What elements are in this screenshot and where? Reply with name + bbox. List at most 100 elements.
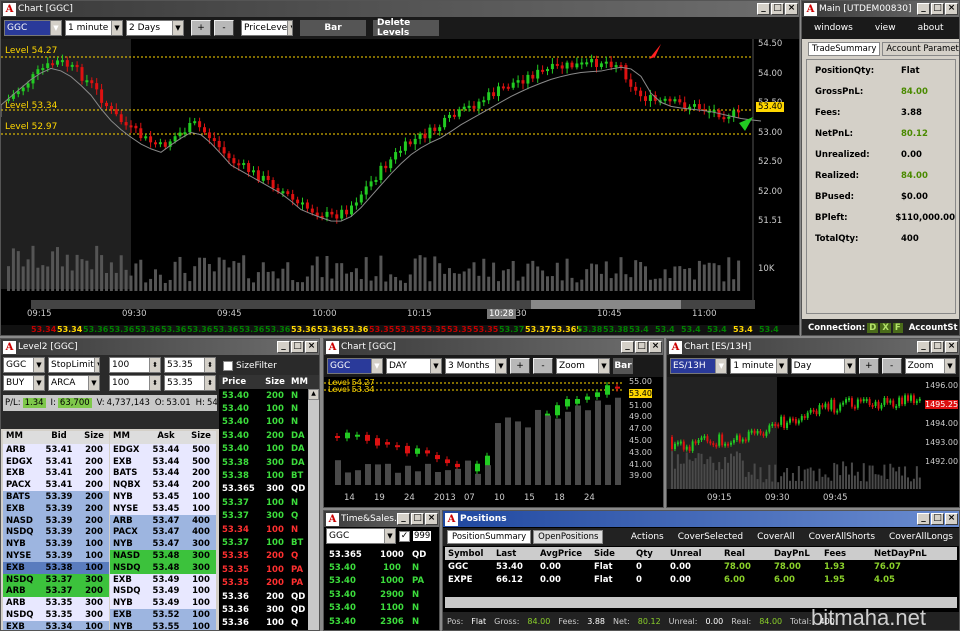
book-row[interactable]: NYB 53.47 300	[110, 538, 216, 551]
chevron-down-icon[interactable]: ▼	[715, 359, 727, 373]
col-header[interactable]: Side	[591, 549, 633, 559]
book-row[interactable]: NSDQ 53.49 100	[110, 585, 216, 598]
size-filter-checkbox[interactable]	[223, 361, 233, 371]
col-header[interactable]: Real	[721, 549, 771, 559]
bar-type-button[interactable]: Bar	[613, 358, 633, 374]
book-row[interactable]: EXB 53.38 100	[3, 561, 109, 574]
chevron-down-icon[interactable]: ▼	[775, 359, 787, 373]
interval-select[interactable]: DAY ▼	[386, 358, 442, 374]
maximize-icon[interactable]: □	[931, 513, 944, 525]
col-header[interactable]: NetDayPnL	[871, 549, 927, 559]
delete-levels-button[interactable]: Delete Levels	[373, 18, 439, 38]
cover-all-longs-button[interactable]: CoverAllLongs	[883, 532, 959, 542]
price-stepper-1[interactable]: 53.35 ⬍	[164, 357, 216, 373]
chevron-down-icon[interactable]: ▼	[843, 359, 855, 373]
maximize-icon[interactable]: □	[931, 3, 944, 15]
spin-icon[interactable]: ⬍	[204, 358, 215, 372]
zoom-select[interactable]: Zoom ▼	[556, 358, 610, 374]
symbol-select[interactable]: GGC ▼	[326, 528, 396, 544]
book-row[interactable]: NYB 53.45 100	[110, 491, 216, 503]
book-row[interactable]: ARB 53.35 300	[3, 597, 109, 610]
chevron-down-icon[interactable]: ▼	[33, 376, 44, 390]
interval-select[interactable]: 1 minute ▼	[65, 20, 123, 36]
book-row[interactable]: PACX 53.41 200	[3, 479, 109, 492]
title-bar[interactable]: A Chart [GGC] _ □ ×	[324, 339, 663, 355]
cover-selected-button[interactable]: CoverSelected	[672, 532, 749, 542]
tab-position-summary[interactable]: PositionSummary	[447, 530, 532, 544]
es-chart-svg[interactable]	[667, 377, 960, 508]
scroll-up-icon[interactable]: ▲	[308, 389, 319, 400]
close-icon[interactable]: ×	[945, 341, 958, 353]
tab-account-parameters[interactable]: Account Parameters	[882, 42, 959, 56]
book-row[interactable]: NYSE 53.45 100	[110, 502, 216, 515]
chevron-down-icon[interactable]: ▼	[172, 21, 183, 35]
zoom-out-button[interactable]: -	[881, 358, 902, 374]
ts-scrollbar[interactable]: ▲	[308, 389, 319, 630]
maximize-icon[interactable]: □	[411, 513, 424, 525]
book-row[interactable]: NSDQ 53.37 300	[3, 573, 109, 586]
book-row[interactable]: EXB 53.52 100	[110, 609, 216, 621]
book-row[interactable]: EXB 53.49 100	[110, 573, 216, 586]
title-bar[interactable]: A Time&Sales... _ □ ×	[324, 511, 439, 527]
close-icon[interactable]: ×	[945, 3, 958, 15]
book-row[interactable]: BATS 53.39 200	[3, 491, 109, 503]
zoom-out-button[interactable]: -	[533, 358, 553, 374]
minimize-icon[interactable]: _	[397, 513, 410, 525]
close-icon[interactable]: ×	[305, 341, 318, 353]
chevron-down-icon[interactable]: ▼	[93, 358, 99, 372]
minimize-icon[interactable]: _	[277, 341, 290, 353]
col-header[interactable]: Qty	[633, 549, 667, 559]
scrollbar-thumb[interactable]	[531, 300, 681, 309]
day-chart[interactable]: Level 54.27 Level 53.34 55.00 53.40 51.00 4…	[324, 377, 663, 507]
col-header[interactable]: AvgPrice	[537, 549, 591, 559]
minimize-icon[interactable]: _	[917, 341, 930, 353]
chevron-down-icon[interactable]: ▼	[384, 529, 395, 543]
period-select[interactable]: 3 Months ▼	[445, 358, 507, 374]
book-row[interactable]: NQBX 53.44 200	[110, 479, 216, 492]
bar-type-button[interactable]: Bar	[300, 20, 366, 36]
es-chart[interactable]: 1496.00 1495.25 1494.00 1493.00 1492.00 09:1…	[667, 377, 960, 508]
chevron-down-icon[interactable]: ▼	[598, 359, 609, 373]
book-row[interactable]: NASD 53.48 300	[110, 550, 216, 562]
side-select[interactable]: BUY ▼	[3, 375, 45, 391]
minimize-icon[interactable]: _	[917, 513, 930, 525]
symbol-input[interactable]: GGC ▼	[327, 358, 383, 374]
chevron-down-icon[interactable]: ▼	[33, 358, 44, 372]
book-row[interactable]: BATS 53.44 200	[110, 467, 216, 480]
period-select[interactable]: Day ▼	[790, 358, 856, 374]
price-chart[interactable]: Level 54.27 Level 53.34 Level 52.97 54.5…	[1, 39, 800, 336]
main-chart-svg[interactable]	[1, 39, 800, 336]
tab-tradesummary[interactable]: TradeSummary	[808, 42, 881, 56]
interval-select[interactable]: 1 minute ▼	[730, 358, 788, 374]
chevron-down-icon[interactable]: ▼	[495, 359, 506, 373]
book-row[interactable]: EXB 53.34 100	[3, 620, 109, 630]
book-row[interactable]: EXB 53.39 200	[3, 502, 109, 515]
route-select[interactable]: ARCA ▼	[48, 375, 100, 391]
filter-checkbox[interactable]: ✓	[399, 530, 410, 542]
maximize-icon[interactable]: □	[931, 341, 944, 353]
book-row[interactable]: PACX 53.47 400	[110, 526, 216, 539]
book-row[interactable]: NASD 53.39 200	[3, 514, 109, 527]
book-row[interactable]: NYB 53.39 100	[3, 538, 109, 551]
maximize-icon[interactable]: □	[635, 341, 648, 353]
maximize-icon[interactable]: □	[771, 3, 784, 15]
maximize-icon[interactable]: □	[291, 341, 304, 353]
symbol-select[interactable]: GGC ▼	[3, 357, 45, 373]
period-select[interactable]: 2 Days ▼	[126, 20, 184, 36]
tab-open-positions[interactable]: OpenPositions	[533, 530, 604, 544]
close-icon[interactable]: ×	[425, 513, 438, 525]
price-stepper-2[interactable]: 53.35 ⬍	[164, 375, 216, 391]
quantity-stepper-2[interactable]: 100 ⬍	[109, 375, 161, 391]
minimize-icon[interactable]: _	[621, 341, 634, 353]
cover-all-shorts-button[interactable]: CoverAllShorts	[803, 532, 881, 542]
title-bar[interactable]: A Level2 [GGC] _ □ ×	[1, 339, 319, 355]
col-header[interactable]: Unreal	[667, 549, 721, 559]
book-row[interactable]: ARB 53.41 200	[3, 444, 109, 456]
close-icon[interactable]: ×	[785, 3, 798, 15]
col-header[interactable]: Symbol	[445, 549, 493, 559]
book-row[interactable]: EXB 53.41 200	[3, 467, 109, 480]
minimize-icon[interactable]: _	[917, 3, 930, 15]
title-bar[interactable]: A Main [UTDEM00830] _ □ ×	[802, 1, 959, 17]
chevron-down-icon[interactable]: ▼	[430, 359, 441, 373]
spin-icon[interactable]: ⬍	[149, 358, 160, 372]
